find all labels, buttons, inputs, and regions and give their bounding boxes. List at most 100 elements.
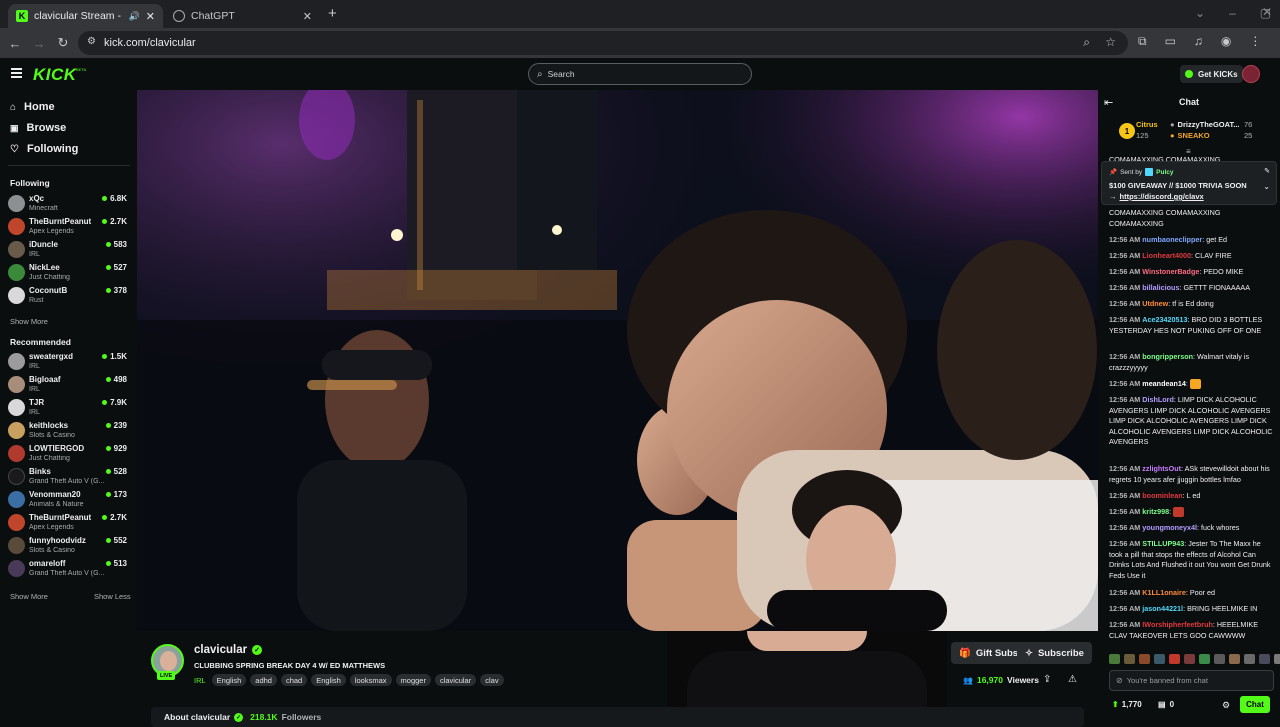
subscribe-button[interactable]: ✧ Subscribe <box>1017 642 1092 664</box>
recommended-channel[interactable]: Venomman20 Animals & Nature 173 <box>8 489 130 512</box>
gift-leaderboard[interactable]: 1 Citrus 125 ● DrizzyTheGOAT... 76 ● SNEAK… <box>1104 117 1274 147</box>
message-username[interactable]: meandean14 <box>1142 379 1186 388</box>
profile-icon[interactable]: ◉ <box>1221 34 1231 49</box>
emote-icon[interactable] <box>1259 654 1270 664</box>
chevron-down-icon[interactable]: ⌄ <box>1263 182 1270 191</box>
speaker-icon[interactable]: 🔊 <box>129 11 140 22</box>
site-info-icon[interactable]: ⚙ <box>87 36 96 47</box>
emote-icon[interactable] <box>1154 654 1165 664</box>
chat-message[interactable]: 12:56 AM WinstonerBadge: PEDO MIKE <box>1109 267 1275 278</box>
report-icon[interactable]: ⚠ <box>1068 674 1077 685</box>
chat-message[interactable]: 12:56 AM meandean14: <box>1109 379 1275 390</box>
gift-subs-button[interactable]: 🎁 Gift Subs <box>951 642 1027 664</box>
message-username[interactable]: jason44221l <box>1142 604 1183 613</box>
kick-logo[interactable]: KICK <box>33 65 77 85</box>
recommended-channel[interactable]: sweatergxd IRL 1.5K <box>8 351 130 374</box>
sidebar-item-browse[interactable]: ▣ Browse <box>10 122 66 134</box>
close-tab-icon[interactable]: ✕ <box>303 10 312 23</box>
chevron-down-icon[interactable]: ⌄ <box>1195 6 1205 20</box>
chat-message[interactable]: 12:56 AM jason44221l: BRING HEELMIKE IN <box>1109 604 1275 615</box>
chat-message[interactable]: 12:56 AM zzlightsOut: ASk stevewilldoit … <box>1109 464 1275 485</box>
show-more-recommended-link[interactable]: Show More <box>10 592 48 601</box>
message-username[interactable]: numbaoneclipper <box>1142 235 1202 244</box>
chat-message[interactable]: 12:56 AM K1LL1onaire: Poor ed <box>1109 588 1275 599</box>
message-username[interactable]: STILLUP943 <box>1142 539 1184 548</box>
url-field[interactable]: ⚙ kick.com/clavicular ⌕ ☆ <box>78 31 1128 55</box>
chat-message[interactable]: 12:56 AM STILLUP943: Jester To The Maxx … <box>1109 539 1275 581</box>
chat-message[interactable]: 12:56 AM Utdnew: tf is Ed doing <box>1109 299 1275 310</box>
message-username[interactable]: youngmoneyx4l <box>1142 523 1197 532</box>
tag[interactable]: English <box>211 674 247 686</box>
recommended-channel[interactable]: TJR IRL 7.9K <box>8 397 130 420</box>
message-username[interactable]: K1LL1onaire <box>1142 588 1186 597</box>
message-username[interactable]: Lionheart4000 <box>1142 251 1191 260</box>
cast-icon[interactable]: ▭ <box>1165 34 1176 49</box>
message-username[interactable]: Utdnew <box>1142 299 1168 308</box>
tag[interactable]: chad <box>280 674 308 686</box>
chat-input[interactable]: ⊘ You're banned from chat <box>1109 670 1274 691</box>
pinned-message[interactable]: 📌 Sent by Pulcy $100 GIVEAWAY // $1000 T… <box>1101 161 1277 205</box>
user-avatar[interactable] <box>1242 65 1260 83</box>
tag[interactable]: English <box>311 674 346 686</box>
tag[interactable]: looksmax <box>349 674 392 686</box>
chat-message[interactable]: 12:56 AM boominlean: L ed <box>1109 491 1275 502</box>
emote-icon[interactable] <box>1109 654 1120 664</box>
hamburger-menu-icon[interactable] <box>11 68 22 78</box>
emote-icon[interactable] <box>1199 654 1210 664</box>
recommended-channel[interactable]: LOWTIERGOD Just Chatting 929 <box>8 443 130 466</box>
emote-icon[interactable] <box>1274 654 1280 664</box>
chat-message[interactable]: 12:56 AM Ace23420513: BRO DID 3 BOTTLES … <box>1109 315 1275 336</box>
points-balance[interactable]: ▤ 0 <box>1158 700 1174 709</box>
chat-message[interactable]: 12:56 AM numbaoneclipper: get Ed <box>1109 235 1275 246</box>
following-channel[interactable]: xQc Minecraft 6.8K <box>8 193 130 216</box>
media-icon[interactable]: ♫ <box>1194 34 1203 49</box>
following-channel[interactable]: iDuncle IRL 583 <box>8 239 130 262</box>
message-username[interactable]: IWorshipherfeetbruh <box>1142 620 1213 629</box>
recommended-channel[interactable]: funnyhoodvidz Slots & Casino 552 <box>8 535 130 558</box>
forward-icon[interactable]: → <box>30 34 48 52</box>
menu-dots-icon[interactable]: ⋮ <box>1249 34 1261 49</box>
message-username[interactable]: boominlean <box>1142 491 1182 500</box>
new-tab-button[interactable]: + <box>328 5 337 22</box>
tag[interactable]: adhd <box>250 674 277 686</box>
show-less-link[interactable]: Show Less <box>94 592 131 601</box>
extensions-icon[interactable]: ⧉ <box>1138 34 1147 49</box>
message-username[interactable]: DishLord <box>1142 395 1174 404</box>
sidebar-item-home[interactable]: ⌂ Home <box>10 101 55 113</box>
recommended-channel[interactable]: omareloff Grand Theft Auto V (G... 513 <box>8 558 130 581</box>
video-player[interactable] <box>137 90 1098 631</box>
show-more-following-link[interactable]: Show More <box>10 317 48 326</box>
following-channel[interactable]: CoconutB Rust 378 <box>8 285 130 308</box>
chat-message[interactable]: 12:56 AM bongripperson: Walmart vitaly i… <box>1109 352 1275 373</box>
close-tab-icon[interactable]: ✕ <box>146 10 155 23</box>
emote-icon[interactable] <box>1229 654 1240 664</box>
emote-icon[interactable] <box>1124 654 1135 664</box>
following-channel[interactable]: NickLee Just Chatting 527 <box>8 262 130 285</box>
recommended-channel[interactable]: keithlocks Slots & Casino 239 <box>8 420 130 443</box>
emote-icon[interactable] <box>1184 654 1195 664</box>
zoom-icon[interactable]: ⌕ <box>1083 35 1090 50</box>
tag[interactable]: mogger <box>395 674 431 686</box>
chat-message[interactable]: 12:56 AM Lionheart4000: CLAV FIRE <box>1109 251 1275 262</box>
following-channel[interactable]: TheBurntPeanut Apex Legends 2.7K <box>8 216 130 239</box>
message-username[interactable]: zzlightsOut <box>1142 464 1181 473</box>
share-icon[interactable]: ⇪ <box>1043 674 1051 685</box>
pinned-link[interactable]: https://discord.gg/clavx <box>1120 192 1204 201</box>
streamer-username[interactable]: clavicular <box>194 644 247 656</box>
message-username[interactable]: WinstonerBadge <box>1142 267 1199 276</box>
chat-message[interactable]: 12:56 AM IWorshipherfeetbruh: HEEELMIKE … <box>1109 620 1275 641</box>
emote-icon[interactable] <box>1244 654 1255 664</box>
recommended-channel[interactable]: Binks Grand Theft Auto V (G... 528 <box>8 466 130 489</box>
emote-icon[interactable] <box>1214 654 1225 664</box>
message-username[interactable]: billalicious <box>1142 283 1179 292</box>
back-icon[interactable]: ← <box>6 34 24 52</box>
tag[interactable]: clavicular <box>434 674 477 686</box>
get-kicks-button[interactable]: Get KICKs <box>1180 65 1243 83</box>
reload-icon[interactable]: ↻ <box>54 34 72 52</box>
message-username[interactable]: Ace23420513 <box>1142 315 1187 324</box>
message-username[interactable]: kritz998 <box>1142 507 1169 516</box>
emote-icon[interactable] <box>1139 654 1150 664</box>
emote-icon[interactable] <box>1169 654 1180 664</box>
category-link[interactable]: IRL <box>194 676 206 685</box>
message-username[interactable]: bongripperson <box>1142 352 1193 361</box>
